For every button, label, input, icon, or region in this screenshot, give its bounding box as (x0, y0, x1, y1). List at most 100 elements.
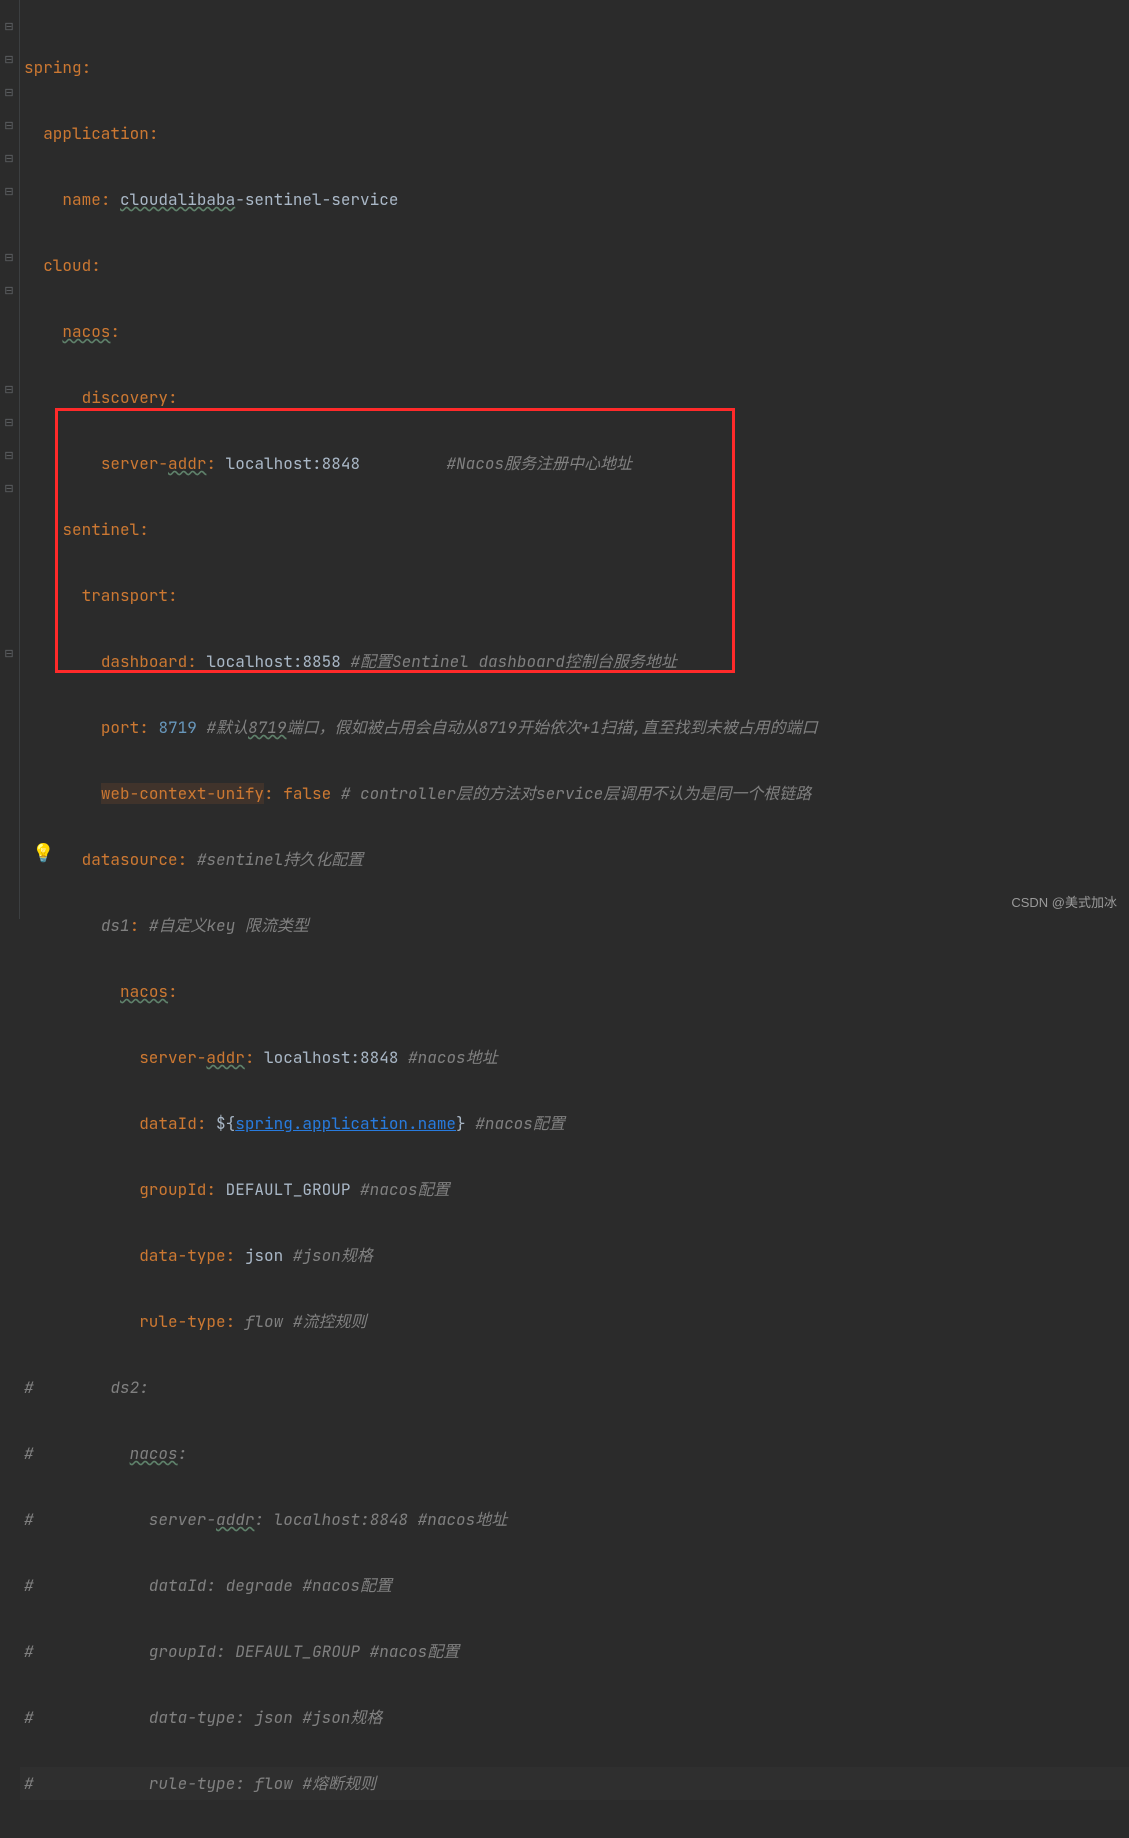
yaml-comment: # ds2: (24, 1377, 149, 1398)
yaml-value: false (283, 783, 331, 804)
code-editor[interactable]: ⊟ ⊟ ⊟ ⊟ ⊟ ⊟ ⊟ ⊟ ⊟ ⊟ ⊟ ⊟ ⊟ spring: applic… (0, 0, 1129, 919)
code-line[interactable]: nacos: (24, 975, 818, 1008)
yaml-comment: # dataId: degrade #nacos配置 (24, 1575, 392, 1596)
yaml-key: spring (24, 57, 82, 78)
code-line[interactable]: cloud: (24, 249, 818, 282)
yaml-comment: : (178, 1443, 188, 1464)
yaml-comment: 端口，假如被占用会自动从8719开始依次+1扫描,直至找到未被占用的端口 (286, 717, 817, 738)
yaml-comment: # groupId: DEFAULT_GROUP #nacos配置 (24, 1641, 459, 1662)
fold-icon[interactable]: ⊟ (2, 482, 16, 496)
fold-icon[interactable]: ⊟ (2, 152, 16, 166)
fold-icon[interactable]: ⊟ (2, 86, 16, 100)
code-line[interactable]: application: (24, 117, 818, 150)
yaml-comment: # rule-type: flow #熔断规则 (24, 1773, 376, 1794)
fold-icon[interactable]: ⊟ (2, 416, 16, 430)
yaml-value: json (245, 1245, 283, 1266)
fold-icon[interactable]: ⊟ (2, 449, 16, 463)
code-line[interactable]: nacos: (24, 315, 818, 348)
yaml-comment: #配置Sentinel dashboard控制台服务地址 (350, 651, 676, 672)
yaml-comment: #sentinel持久化配置 (197, 849, 363, 870)
watermark: CSDN @美式加冰 (1011, 892, 1117, 911)
code-line[interactable]: name: cloudalibaba-sentinel-service (24, 183, 818, 216)
yaml-value: 8719 (158, 717, 196, 738)
gutter: ⊟ ⊟ ⊟ ⊟ ⊟ ⊟ ⊟ ⊟ ⊟ ⊟ ⊟ ⊟ ⊟ (0, 0, 20, 919)
yaml-key: transport (82, 585, 168, 606)
yaml-comment: # server- (24, 1509, 216, 1530)
code-line[interactable]: # groupId: DEFAULT_GROUP #nacos配置 (24, 1635, 818, 1668)
yaml-value: localhost:8848 (264, 1047, 398, 1068)
yaml-value: flow (245, 1311, 283, 1332)
lightbulb-icon[interactable]: 💡 (32, 842, 54, 865)
fold-icon[interactable]: ⊟ (2, 284, 16, 298)
yaml-comment: #json规格 (293, 1245, 373, 1266)
code-line[interactable]: sentinel: (24, 513, 818, 546)
code-line[interactable]: # server-addr: localhost:8848 #nacos地址 (24, 1503, 818, 1536)
yaml-key: port (101, 717, 139, 738)
yaml-key: name (62, 189, 100, 210)
fold-icon[interactable]: ⊟ (2, 119, 16, 133)
code-line[interactable]: # rule-type: flow #熔断规则 (24, 1767, 818, 1800)
yaml-key: dataId (139, 1113, 197, 1134)
yaml-key: web-context-unify (101, 783, 264, 804)
code-line[interactable]: # nacos: (24, 1437, 818, 1470)
code-line[interactable]: server-addr: localhost:8848 #Nacos服务注册中心… (24, 447, 818, 480)
fold-icon[interactable]: ⊟ (2, 251, 16, 265)
code-line[interactable]: port: 8719 #默认8719端口，假如被占用会自动从8719开始依次+1… (24, 711, 818, 744)
yaml-comment: # controller层的方法对service层调用不认为是同一个根链路 (341, 783, 811, 804)
yaml-key: data-type (139, 1245, 225, 1266)
code-line[interactable]: dashboard: localhost:8858 #配置Sentinel da… (24, 645, 818, 678)
yaml-comment: #nacos配置 (475, 1113, 565, 1134)
yaml-value: } (456, 1113, 466, 1134)
yaml-comment: #nacos地址 (408, 1047, 498, 1068)
yaml-key: cloud (43, 255, 91, 276)
yaml-comment: 8719 (248, 717, 286, 738)
code-line[interactable]: # dataId: degrade #nacos配置 (24, 1569, 818, 1602)
yaml-value: ${ (216, 1113, 235, 1134)
yaml-comment: nacos (130, 1443, 178, 1464)
yaml-comment: : localhost:8848 #nacos地址 (254, 1509, 507, 1530)
code-line[interactable]: dataId: ${spring.application.name} #naco… (24, 1107, 818, 1140)
code-area[interactable]: spring: application: name: cloudalibaba-… (20, 0, 818, 919)
yaml-value[interactable]: spring.application.name (235, 1113, 456, 1134)
yaml-key: dashboard (101, 651, 187, 672)
yaml-key: server- (139, 1047, 206, 1068)
yaml-key: rule-type (139, 1311, 225, 1332)
yaml-key: datasource (82, 849, 178, 870)
fold-icon[interactable]: ⊟ (2, 185, 16, 199)
yaml-value: -sentinel-service (235, 189, 398, 210)
yaml-key: application (43, 123, 149, 144)
yaml-key: nacos (120, 981, 168, 1002)
code-line[interactable]: spring: (24, 51, 818, 84)
fold-icon[interactable]: ⊟ (2, 20, 16, 34)
yaml-comment: addr (216, 1509, 254, 1530)
yaml-comment: # (24, 1443, 130, 1464)
code-line[interactable]: discovery: (24, 381, 818, 414)
yaml-key: groupId (139, 1179, 206, 1200)
code-line[interactable]: server-addr: localhost:8848 #nacos地址 (24, 1041, 818, 1074)
fold-icon[interactable]: ⊟ (2, 383, 16, 397)
yaml-comment: #默认 (206, 717, 248, 738)
yaml-key: ds1 (101, 915, 130, 936)
code-line[interactable]: data-type: json #json规格 (24, 1239, 818, 1272)
yaml-comment: #流控规则 (293, 1311, 367, 1332)
yaml-comment: #自定义key 限流类型 (149, 915, 309, 936)
yaml-key: nacos (62, 321, 110, 342)
yaml-value: localhost:8848 (226, 453, 360, 474)
yaml-comment: # data-type: json #json规格 (24, 1707, 382, 1728)
yaml-key: discovery (82, 387, 168, 408)
code-line[interactable]: transport: (24, 579, 818, 612)
fold-end-icon[interactable]: ⊟ (2, 647, 16, 661)
code-line[interactable]: # data-type: json #json规格 (24, 1701, 818, 1734)
code-line[interactable]: rule-type: flow #流控规则 (24, 1305, 818, 1338)
fold-icon[interactable]: ⊟ (2, 53, 16, 67)
yaml-value: cloudalibaba (120, 189, 235, 210)
yaml-key: addr (168, 453, 206, 474)
code-line[interactable]: datasource: #sentinel持久化配置 (24, 843, 818, 876)
yaml-key: sentinel (62, 519, 139, 540)
yaml-key: server- (101, 453, 168, 474)
code-line[interactable]: web-context-unify: false # controller层的方… (24, 777, 818, 810)
code-line[interactable]: # ds2: (24, 1371, 818, 1404)
yaml-key: addr (206, 1047, 244, 1068)
code-line[interactable]: ds1: #自定义key 限流类型 (24, 909, 818, 942)
code-line[interactable]: groupId: DEFAULT_GROUP #nacos配置 (24, 1173, 818, 1206)
